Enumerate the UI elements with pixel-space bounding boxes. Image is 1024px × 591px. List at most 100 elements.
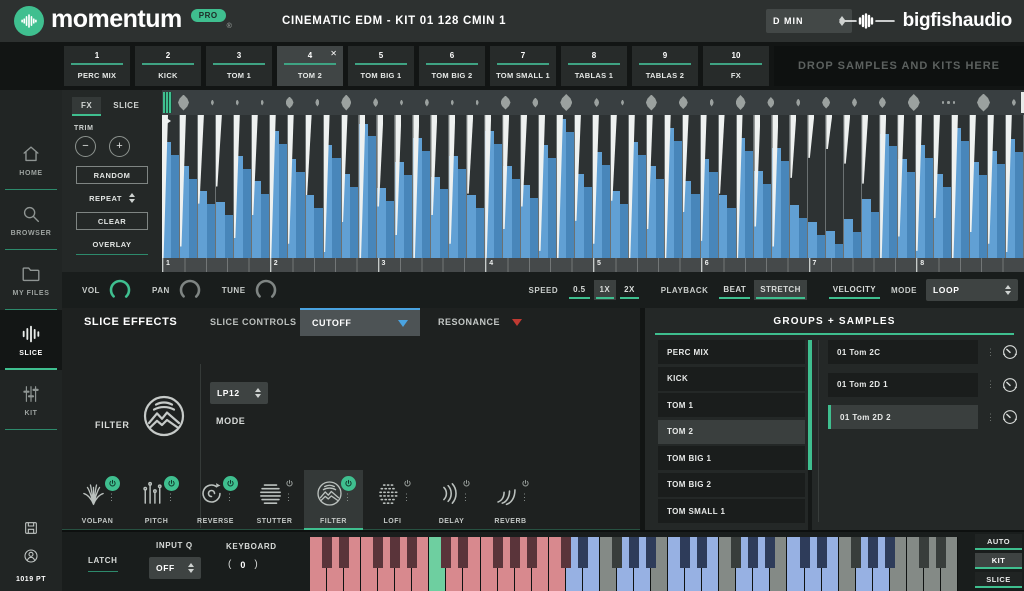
waveform-slice[interactable] — [970, 115, 988, 258]
waveform-slice[interactable] — [413, 115, 431, 258]
waveform-slice[interactable] — [1006, 115, 1024, 258]
waveform-slice[interactable] — [808, 115, 826, 258]
power-off-icon[interactable] — [518, 476, 533, 491]
power-on-icon[interactable] — [341, 476, 356, 491]
waveform-slice[interactable] — [288, 115, 306, 258]
black-key[interactable] — [510, 537, 520, 568]
kit-tab-8[interactable]: 8TABLAS 1 — [561, 46, 627, 86]
kebab-menu-icon[interactable]: ⋮ — [166, 493, 175, 502]
waveform-slice[interactable] — [737, 115, 755, 258]
black-key[interactable] — [322, 537, 332, 568]
mode-dropdown[interactable]: LOOP — [926, 279, 1018, 301]
vol-knob[interactable] — [107, 277, 133, 303]
kit-tab-7[interactable]: 7TOM SMALL 1 — [490, 46, 556, 86]
waveform-slice[interactable] — [754, 115, 772, 258]
waveform-slice[interactable] — [162, 115, 180, 258]
black-key[interactable] — [629, 537, 639, 568]
waveform-slice[interactable] — [880, 115, 898, 258]
waveform-slice[interactable] — [952, 115, 970, 258]
kit-tab-9[interactable]: 9TABLAS 2 — [632, 46, 698, 86]
black-key[interactable] — [817, 537, 827, 568]
octave-up-button[interactable]: ) — [254, 559, 257, 570]
kit-tab-1[interactable]: 1PERC MIX — [64, 46, 130, 86]
kit-tab-5[interactable]: 5TOM BIG 1 — [348, 46, 414, 86]
waveform-slice[interactable] — [844, 115, 862, 258]
playback-option-stretch[interactable]: STRETCH — [754, 280, 807, 300]
waveform-slice[interactable] — [683, 115, 701, 258]
waveform-slice[interactable] — [916, 115, 934, 258]
edit-tab-slice[interactable]: SLICE — [104, 97, 148, 115]
gauge-icon[interactable] — [1001, 408, 1019, 426]
param-tab-resonance[interactable]: RESONANCE — [426, 308, 534, 336]
waveform-slice[interactable] — [467, 115, 485, 258]
ruler-beat[interactable]: 7 — [809, 258, 917, 272]
tune-knob[interactable] — [253, 277, 279, 303]
speed-option-2x[interactable]: 2X — [618, 280, 641, 300]
sample-row-01-tom-2d-1[interactable]: 01 Tom 2D 1 — [828, 373, 978, 397]
sidebar-item-slice[interactable]: SLICE — [0, 310, 62, 370]
waveform-slice[interactable] — [342, 115, 360, 258]
effect-pitch[interactable]: ⋮PITCH — [127, 470, 186, 530]
black-key[interactable] — [748, 537, 758, 568]
waveform-slice[interactable] — [862, 115, 880, 258]
waveform-slice[interactable] — [665, 115, 683, 258]
playback-option-beat[interactable]: BEAT — [717, 280, 752, 300]
power-off-icon[interactable] — [459, 476, 474, 491]
gauge-icon[interactable] — [1001, 343, 1019, 361]
black-key[interactable] — [765, 537, 775, 568]
waveform-slice[interactable] — [252, 115, 270, 258]
power-on-icon[interactable] — [164, 476, 179, 491]
waveform-display[interactable] — [162, 115, 1024, 258]
effect-delay[interactable]: ⋮DELAY — [422, 470, 481, 530]
kebab-menu-icon[interactable]: ⋮ — [284, 493, 293, 502]
kebab-menu-icon[interactable]: ⋮ — [343, 493, 352, 502]
waveform-slice[interactable] — [306, 115, 324, 258]
repeat-dropdown[interactable]: REPEAT — [62, 193, 162, 203]
kebab-menu-icon[interactable]: ⋮ — [225, 493, 234, 502]
waveform-slice[interactable] — [934, 115, 952, 258]
ruler-beat[interactable]: 2 — [270, 258, 378, 272]
clear-button[interactable]: CLEAR — [76, 212, 148, 230]
overlay-button[interactable]: OVERLAY — [76, 240, 148, 255]
black-key[interactable] — [527, 537, 537, 568]
kebab-menu-icon[interactable]: ⋮ — [520, 493, 529, 502]
effect-stutter[interactable]: ⋮STUTTER — [245, 470, 304, 530]
waveform-slice[interactable] — [395, 115, 413, 258]
random-button[interactable]: RANDOM — [76, 166, 148, 184]
ruler-beat[interactable]: 5 — [593, 258, 701, 272]
black-key[interactable] — [390, 537, 400, 568]
close-tab-icon[interactable]: ✕ — [330, 49, 337, 58]
waveform-slice[interactable] — [647, 115, 665, 258]
input-q-dropdown[interactable]: OFF — [149, 557, 201, 579]
waveform-slice[interactable] — [216, 115, 234, 258]
kit-tab-6[interactable]: 6TOM BIG 2 — [419, 46, 485, 86]
kebab-menu-icon[interactable]: ⋮ — [986, 412, 995, 423]
waveform-slice[interactable] — [790, 115, 808, 258]
waveform-slice[interactable] — [180, 115, 198, 258]
waveform-slice[interactable] — [521, 115, 539, 258]
waveform-slice[interactable] — [772, 115, 790, 258]
waveform-overview-strip[interactable] — [162, 90, 1024, 115]
save-icon[interactable] — [23, 520, 39, 536]
waveform-slice[interactable] — [324, 115, 342, 258]
waveform-slice[interactable] — [234, 115, 252, 258]
black-key[interactable] — [697, 537, 707, 568]
power-off-icon[interactable] — [282, 476, 297, 491]
black-key[interactable] — [373, 537, 383, 568]
power-on-icon[interactable] — [105, 476, 120, 491]
black-key[interactable] — [561, 537, 571, 568]
black-key[interactable] — [680, 537, 690, 568]
account-icon[interactable] — [23, 548, 39, 564]
waveform-slice[interactable] — [539, 115, 557, 258]
waveform-slice[interactable] — [593, 115, 611, 258]
kebab-menu-icon[interactable]: ⋮ — [107, 493, 116, 502]
black-key[interactable] — [578, 537, 588, 568]
kit-tab-2[interactable]: 2KICK — [135, 46, 201, 86]
black-key[interactable] — [851, 537, 861, 568]
filter-mode-dropdown[interactable]: LP12 — [210, 382, 268, 404]
waveform-slice[interactable] — [359, 115, 377, 258]
trim-minus-button[interactable]: − — [75, 136, 96, 157]
black-key[interactable] — [936, 537, 946, 568]
playhead-icon[interactable] — [162, 115, 171, 127]
sample-row-01-tom-2d-2[interactable]: 01 Tom 2D 2 — [828, 405, 978, 429]
